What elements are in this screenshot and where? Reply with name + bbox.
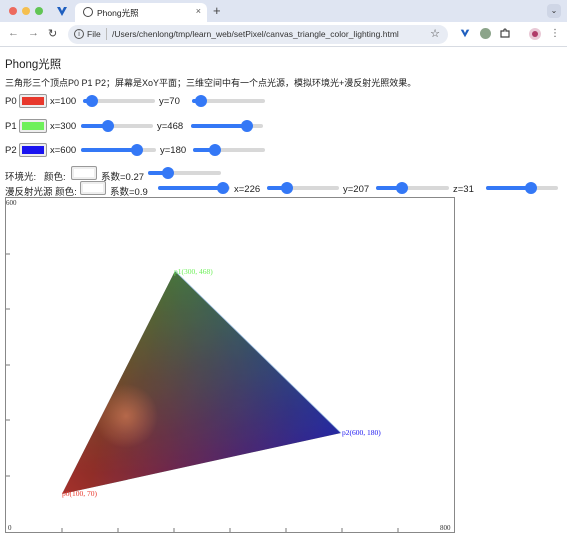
- file-label: File: [87, 29, 101, 39]
- diffuse-y-label: y=207: [343, 184, 370, 195]
- ambient-color-picker[interactable]: [71, 166, 97, 180]
- color-swatch: [22, 146, 44, 154]
- menu-kebab-icon[interactable]: ⋮: [548, 27, 562, 41]
- color-swatch: [22, 97, 44, 105]
- x-max-label: 800: [440, 524, 451, 532]
- url-text[interactable]: /Users/chenlong/tmp/learn_web/setPixel/c…: [112, 29, 399, 39]
- slider-thumb[interactable]: [216, 182, 229, 194]
- diffuse-row: 漫反射光源 颜色: 系数=0.9 x=226 y=207 z=31: [5, 181, 565, 198]
- tab-close-icon[interactable]: ×: [196, 6, 201, 16]
- point-label: P2: [5, 145, 17, 156]
- extensions-puzzle-icon[interactable]: [498, 27, 512, 41]
- p2-y-slider[interactable]: [193, 144, 265, 156]
- minimize-window-button[interactable]: [22, 7, 30, 15]
- p1-x-slider[interactable]: [81, 120, 153, 132]
- address-bar[interactable]: i File /Users/chenlong/tmp/learn_web/set…: [68, 25, 448, 44]
- extension-v-icon[interactable]: [458, 27, 472, 41]
- p0-vertex-label: p0(100, 70): [62, 489, 97, 498]
- slider-thumb[interactable]: [101, 120, 114, 132]
- p0-x-slider[interactable]: [83, 95, 155, 107]
- color-swatch: [83, 184, 103, 192]
- diffuse-label: 漫反射光源 颜色:: [5, 187, 77, 198]
- slider-thumb[interactable]: [281, 182, 294, 194]
- slider-thumb[interactable]: [194, 95, 207, 107]
- x-value-label: x=300: [50, 121, 77, 132]
- y-value-label: y=180: [160, 145, 187, 156]
- diffuse-z-label: z=31: [453, 184, 474, 195]
- x-value-label: x=600: [50, 145, 77, 156]
- bookmark-star-icon[interactable]: ☆: [430, 27, 440, 40]
- profile-avatar[interactable]: [528, 27, 542, 41]
- point-row-p1: P1 x=300 y=468: [5, 118, 565, 134]
- tab-search-button[interactable]: ⌄: [547, 4, 561, 18]
- color-swatch: [74, 169, 94, 177]
- globe-icon: [83, 7, 93, 17]
- zoom-window-button[interactable]: [35, 7, 43, 15]
- p1-vertex-label: p1(300, 468): [174, 267, 213, 276]
- p0-color-picker[interactable]: [19, 94, 47, 108]
- point-row-p0: P0 x=100 y=70: [5, 93, 565, 109]
- diffuse-color-picker[interactable]: [80, 181, 106, 195]
- color-swatch: [22, 122, 44, 130]
- point-label: P0: [5, 96, 17, 107]
- tab-active[interactable]: Phong光照 ×: [75, 3, 207, 22]
- tab-strip: Phong光照 × + ⌄: [0, 0, 567, 22]
- slider-thumb[interactable]: [395, 182, 408, 194]
- p2-x-slider[interactable]: [81, 144, 156, 156]
- browser-chrome: Phong光照 × + ⌄ ← → ↻ i File /Users/chenlo…: [0, 0, 567, 47]
- slider-thumb[interactable]: [241, 120, 254, 132]
- slider-thumb[interactable]: [524, 182, 537, 194]
- canvas-svg: 600 0 800 p0(100, 70) p1(300, 468) p2(60…: [6, 199, 451, 532]
- diffuse-z-slider[interactable]: [486, 182, 558, 194]
- url-divider: [106, 28, 107, 40]
- y-max-label: 600: [6, 199, 17, 207]
- y-value-label: y=70: [159, 96, 180, 107]
- point-label: P1: [5, 121, 17, 132]
- reload-icon[interactable]: ↻: [48, 27, 57, 40]
- slider-thumb[interactable]: [131, 144, 144, 156]
- extension-circle-icon[interactable]: [478, 27, 492, 41]
- new-tab-button[interactable]: +: [213, 3, 221, 18]
- forward-icon[interactable]: →: [28, 27, 39, 39]
- x-value-label: x=100: [50, 96, 77, 107]
- axis-ticks-bottom: [61, 528, 399, 532]
- page-description: 三角形三个顶点P0 P1 P2；屏幕是XoY平面；三维空间中有一个点光源，模拟环…: [5, 78, 417, 88]
- ambient-coef-slider[interactable]: [148, 167, 221, 179]
- close-window-button[interactable]: [9, 7, 17, 15]
- pinned-tab-v-icon[interactable]: [55, 4, 69, 18]
- render-canvas[interactable]: 600 0 800 p0(100, 70) p1(300, 468) p2(60…: [5, 197, 455, 533]
- diffuse-coef-label: 系数=0.9: [110, 187, 148, 198]
- p2-vertex-label: p2(600, 180): [342, 428, 381, 437]
- slider-thumb[interactable]: [85, 95, 98, 107]
- y-value-label: y=468: [157, 121, 184, 132]
- slider-thumb[interactable]: [161, 167, 174, 179]
- origin-label: 0: [8, 524, 12, 532]
- tab-title: Phong光照: [97, 8, 139, 18]
- slider-thumb[interactable]: [208, 144, 221, 156]
- p1-color-picker[interactable]: [19, 119, 47, 133]
- page-title: Phong光照: [5, 59, 62, 71]
- info-icon[interactable]: i: [74, 29, 84, 39]
- ambient-row: 环境光: 颜色: 系数=0.27: [5, 166, 565, 183]
- back-icon[interactable]: ←: [8, 27, 19, 39]
- page-content: Phong光照 三角形三个顶点P0 P1 P2；屏幕是XoY平面；三维空间中有一…: [0, 47, 567, 538]
- axis-ticks-left: [6, 253, 10, 477]
- lit-triangle: [62, 270, 342, 494]
- p0-y-slider[interactable]: [192, 95, 265, 107]
- p1-y-slider[interactable]: [191, 120, 263, 132]
- diffuse-x-label: x=226: [234, 184, 261, 195]
- diffuse-x-slider[interactable]: [267, 182, 339, 194]
- diffuse-coef-slider[interactable]: [158, 182, 230, 194]
- p2-color-picker[interactable]: [19, 143, 47, 157]
- point-row-p2: P2 x=600 y=180: [5, 142, 565, 158]
- toolbar: ← → ↻ i File /Users/chenlong/tmp/learn_w…: [0, 22, 567, 47]
- diffuse-y-slider[interactable]: [376, 182, 449, 194]
